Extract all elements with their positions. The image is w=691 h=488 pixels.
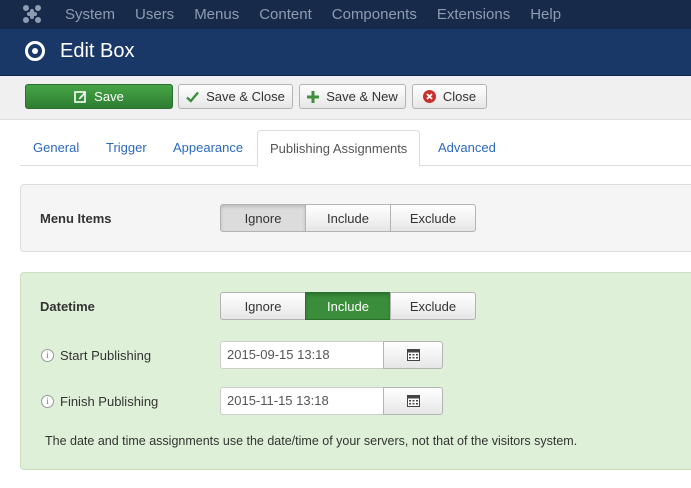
save-close-button[interactable]: Save & Close bbox=[178, 84, 293, 109]
plus-icon bbox=[307, 90, 320, 103]
tab-trigger[interactable]: Trigger bbox=[106, 130, 147, 166]
menu-items-exclude-option[interactable]: Exclude bbox=[390, 204, 476, 232]
finish-calendar-button[interactable] bbox=[383, 387, 443, 415]
datetime-panel: Datetime Ignore Include Exclude i Start … bbox=[20, 272, 691, 470]
save-button[interactable]: Save bbox=[25, 84, 173, 109]
datetime-exclude-option[interactable]: Exclude bbox=[390, 292, 476, 320]
info-icon[interactable]: i bbox=[41, 394, 54, 408]
datetime-toggle: Ignore Include Exclude bbox=[220, 292, 476, 320]
edit-icon bbox=[74, 90, 87, 103]
close-button[interactable]: Close bbox=[412, 84, 487, 109]
tab-appearance[interactable]: Appearance bbox=[173, 130, 243, 166]
tab-bar: General Trigger Appearance Publishing As… bbox=[20, 130, 691, 167]
menu-items-panel: Menu Items Ignore Include Exclude bbox=[20, 184, 691, 252]
menu-help[interactable]: Help bbox=[530, 6, 561, 23]
calendar-icon bbox=[406, 395, 420, 407]
menu-menus[interactable]: Menus bbox=[194, 6, 239, 23]
datetime-note: The date and time assignments use the da… bbox=[45, 434, 578, 448]
calendar-icon bbox=[406, 349, 420, 361]
menu-items-ignore-option[interactable]: Ignore bbox=[220, 204, 306, 232]
save-close-label: Save & Close bbox=[206, 89, 285, 104]
tab-advanced[interactable]: Advanced bbox=[438, 130, 496, 166]
menu-extensions[interactable]: Extensions bbox=[437, 6, 510, 23]
menu-items-toggle: Ignore Include Exclude bbox=[220, 204, 476, 232]
finish-publishing-input[interactable]: 2015-11-15 13:18 bbox=[220, 387, 384, 415]
page-header: Edit Box bbox=[0, 29, 691, 76]
check-icon bbox=[186, 91, 200, 103]
datetime-ignore-option[interactable]: Ignore bbox=[220, 292, 306, 320]
info-icon[interactable]: i bbox=[41, 348, 54, 362]
joomla-logo-icon[interactable] bbox=[22, 4, 42, 24]
save-new-label: Save & New bbox=[326, 89, 398, 104]
top-menu: System Users Menus Content Components Ex… bbox=[65, 0, 581, 29]
close-label: Close bbox=[442, 89, 477, 104]
menu-users[interactable]: Users bbox=[135, 6, 174, 23]
tab-general[interactable]: General bbox=[33, 130, 79, 166]
finish-publishing-row: i Finish Publishing bbox=[41, 387, 158, 415]
menu-items-include-option[interactable]: Include bbox=[305, 204, 391, 232]
menu-components[interactable]: Components bbox=[332, 6, 417, 23]
toolbar: Save Save & Close Save & New Close bbox=[0, 76, 691, 120]
start-calendar-button[interactable] bbox=[383, 341, 443, 369]
page-title: Edit Box bbox=[60, 40, 135, 62]
tab-publishing-assignments[interactable]: Publishing Assignments bbox=[257, 130, 421, 167]
start-publishing-row: i Start Publishing bbox=[41, 341, 151, 369]
start-publishing-label: Start Publishing bbox=[60, 347, 152, 363]
close-circle-icon bbox=[422, 90, 436, 103]
finish-publishing-label: Finish Publishing bbox=[60, 393, 159, 409]
top-navbar: System Users Menus Content Components Ex… bbox=[0, 0, 691, 29]
target-icon bbox=[25, 41, 45, 61]
menu-system[interactable]: System bbox=[65, 6, 115, 23]
menu-content[interactable]: Content bbox=[259, 6, 312, 23]
datetime-label: Datetime bbox=[40, 299, 95, 314]
save-label: Save bbox=[94, 89, 124, 104]
menu-items-label: Menu Items bbox=[40, 211, 112, 226]
save-new-button[interactable]: Save & New bbox=[299, 84, 406, 109]
start-publishing-input[interactable]: 2015-09-15 13:18 bbox=[220, 341, 384, 369]
datetime-include-option[interactable]: Include bbox=[305, 292, 391, 320]
